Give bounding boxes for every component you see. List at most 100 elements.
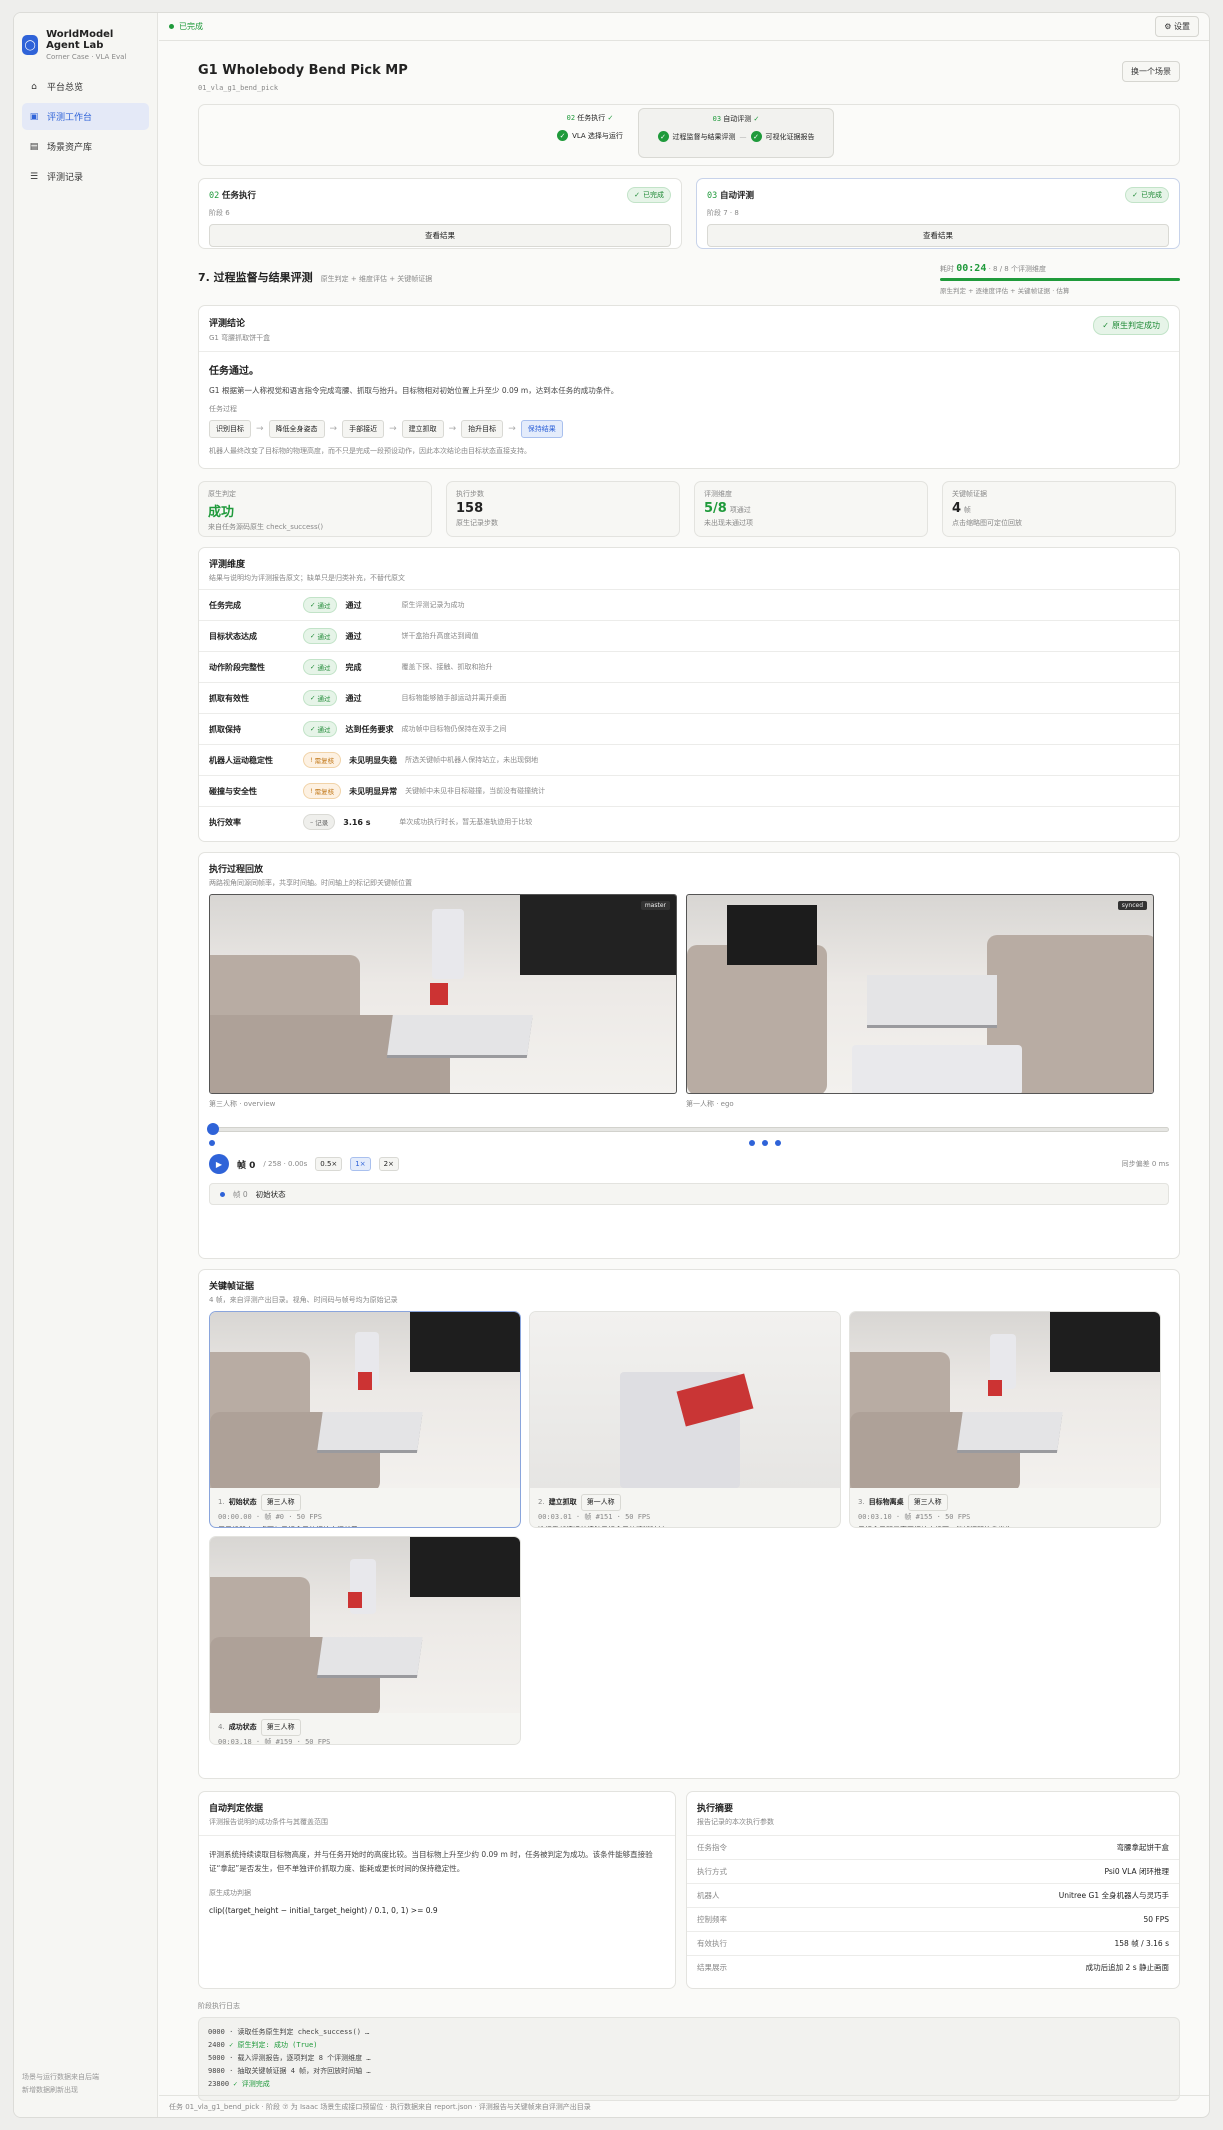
view-result-button[interactable]: 查看结果 xyxy=(707,224,1169,247)
keyframe-name: 建立抓取 xyxy=(548,1498,577,1506)
keyframe-marker[interactable] xyxy=(749,1140,755,1146)
metric-label: 关键帧证据 xyxy=(952,490,987,498)
dimensions-table: 任务完成 ✓ 通过 通过 原生评测记录为成功 目标状态达成 ✓ 通过 通过 饼干盒抬升高度达到阈值… xyxy=(199,589,1179,837)
sidebar-footer-line: 场景与运行数据来自后端 xyxy=(22,2073,99,2081)
keyframe-name: 成功状态 xyxy=(228,1723,257,1731)
keyframe-marker[interactable] xyxy=(209,1140,215,1146)
sidebar-item-workbench[interactable]: ▣ 评测工作台 xyxy=(22,103,149,130)
dimensions-card: 评测维度 结果与说明均为评测报告原文；缺单只是归类补充，不替代原文 任务完成 ✓ 通… xyxy=(198,547,1180,842)
records-icon: ☰ xyxy=(29,171,39,182)
stage-label: 任务执行 xyxy=(221,191,256,201)
metric-sub: 原生记录步数 xyxy=(456,519,498,527)
brand: ◯ WorldModel Agent Lab Corner Case · VLA… xyxy=(14,13,157,73)
summary-value: Psi0 VLA 闭环推理 xyxy=(1104,1867,1169,1876)
dimension-desc: 单次成功执行时长，暂无基准轨迹用于比较 xyxy=(399,818,533,826)
dimension-value: 完成 xyxy=(345,662,362,672)
keyframe-index: 2. xyxy=(538,1498,545,1506)
play-button[interactable]: ▶ xyxy=(209,1154,229,1174)
summary-title: 执行摘要 xyxy=(697,1804,734,1814)
keyframe-marker[interactable] xyxy=(762,1140,768,1146)
step-02[interactable]: 02 任务执行 ✓ ✓ VLA 选择与运行 xyxy=(545,113,635,141)
summary-row: 控制频率 50 FPS xyxy=(687,1907,1179,1931)
dimension-tag: ! 需复核 xyxy=(303,783,342,799)
check-icon: ✓ xyxy=(310,601,316,609)
speed-1-button[interactable]: 1× xyxy=(350,1157,371,1171)
run-status: 已完成 xyxy=(169,21,203,32)
keyframe-desc: 目标盒子明显离开初始支撑面，能够证明抬升发生。 xyxy=(858,1524,1152,1527)
dimension-value: 未见明显异常 xyxy=(349,786,398,796)
process-step: 降低全身姿态 xyxy=(268,420,325,438)
dimension-tag: ✓ 通过 xyxy=(303,721,338,737)
sidebar-item-overview[interactable]: ⌂ 平台总览 xyxy=(22,73,149,100)
conclusion-title: 评测结论 xyxy=(209,319,246,329)
arrow-icon: → xyxy=(329,424,338,434)
metric-value: 成功 xyxy=(208,505,235,520)
execution-log: 0000 · 读取任务原生判定 check_success() … 2400 ✓ … xyxy=(198,2017,1180,2101)
stage-label: 自动评测 xyxy=(719,191,754,201)
timeline-track[interactable] xyxy=(209,1127,1169,1132)
keyframe-image xyxy=(850,1312,1160,1488)
warning-icon: ! xyxy=(310,787,313,795)
sidebar-item-label: 评测记录 xyxy=(47,173,84,183)
summary-key: 控制频率 xyxy=(697,1915,727,1924)
conclusion-subtitle: G1 弯腰抓取饼干盒 xyxy=(209,334,271,342)
step-sub: 可视化证据报告 xyxy=(765,132,815,141)
view-label: 第三人称 · overview xyxy=(209,1100,276,1108)
ego-view: synced 第一人称 · ego xyxy=(686,894,1154,1109)
keyframe-card[interactable]: 2.建立抓取第一人称 00:03.01 · 帧 #151 · 50 FPS 选择手部… xyxy=(529,1311,841,1528)
sidebar-item-records[interactable]: ☰ 评测记录 xyxy=(22,163,149,190)
gear-icon: ⚙ xyxy=(1164,22,1174,31)
keyframe-card[interactable]: 4.成功状态第三人称00:03.18 · 帧 #159 · 50 FPS展示机器… xyxy=(209,1536,521,1745)
summary-key: 有效执行 xyxy=(697,1939,727,1948)
metric-value: 4 xyxy=(952,501,962,516)
sidebar-item-library[interactable]: ▤ 场景资产库 xyxy=(22,133,149,160)
summary-value: Unitree G1 全身机器人与灵巧手 xyxy=(1058,1891,1169,1900)
log-title: 阶段执行日志 xyxy=(198,2002,240,2010)
status-dot-icon xyxy=(169,24,174,29)
log-line: 5000 · 载入评测报告，逐项判定 8 个评测维度 … xyxy=(208,2052,1170,2065)
metric-unit: 项通过 xyxy=(729,506,751,514)
timeline[interactable] xyxy=(207,1123,1169,1149)
dimension-desc: 原生评测记录为成功 xyxy=(401,601,465,609)
summary-value: 50 FPS xyxy=(1143,1915,1169,1924)
log-line: 0000 · 读取任务原生判定 check_success() … xyxy=(208,2026,1170,2039)
dimension-tag: ✓ 通过 xyxy=(303,628,338,644)
record-icon: – xyxy=(310,818,314,826)
dimension-name: 任务完成 xyxy=(209,600,241,610)
metric-sub: 点击缩略图可定位回放 xyxy=(952,519,1022,527)
summary-row: 结果展示 成功后追加 2 s 静止画面 xyxy=(687,1955,1179,1979)
keyframe-marker[interactable] xyxy=(775,1140,781,1146)
dimension-desc: 覆盖下探、接触、抓取和抬升 xyxy=(401,663,493,671)
ego-video[interactable]: synced xyxy=(686,894,1154,1094)
tag-text: 通过 xyxy=(317,633,331,641)
log-time: 2400 xyxy=(208,2041,225,2049)
keyframe-card[interactable]: 3.目标物离桌第三人称 00:03.10 · 帧 #155 · 50 FPS 目标盒… xyxy=(849,1311,1161,1528)
overview-video[interactable]: master xyxy=(209,894,677,1094)
step-03[interactable]: 03 自动评测 ✓ ✓ 过程监督与结果评测 — ✓ 可视化证据报告 xyxy=(638,108,834,158)
keyframe-view: 第三人称 xyxy=(260,1719,301,1736)
switch-scene-button[interactable]: 换一个场景 xyxy=(1122,61,1180,82)
keyframe-card[interactable]: 1.初始状态第三人称 00:00.00 · 帧 #0 · 50 FPS 展示机器人、… xyxy=(209,1311,521,1528)
keyframe-index: 1. xyxy=(218,1498,225,1506)
sidebar-item-label: 平台总览 xyxy=(47,83,84,93)
timer-progress-bar xyxy=(940,278,1180,281)
view-result-button[interactable]: 查看结果 xyxy=(209,224,671,247)
synced-badge: synced xyxy=(1117,901,1147,910)
speed-0.5-button[interactable]: 0.5× xyxy=(315,1157,343,1171)
badge-text: 已完成 xyxy=(1141,191,1162,199)
keyframe-title-row: 1. 初始状态 第三人称 xyxy=(218,1494,512,1511)
sidebar: ◯ WorldModel Agent Lab Corner Case · VLA… xyxy=(14,13,158,2117)
dimension-row: 机器人运动稳定性! 需复核 未见明显失稳 所选关键帧中机器人保持站立，未出现倒地 xyxy=(199,744,1179,775)
speed-2-button[interactable]: 2× xyxy=(378,1157,399,1171)
log-time: 23800 xyxy=(208,2080,230,2088)
arrow-icon: → xyxy=(256,424,264,434)
status-text: 已完成 xyxy=(179,22,203,31)
metric-sub: 未出现未通过项 xyxy=(704,519,753,527)
scene-shape xyxy=(317,1637,423,1675)
timeline-thumb[interactable] xyxy=(207,1123,219,1135)
page-title: G1 Wholebody Bend Pick MP xyxy=(198,63,408,78)
dimension-desc: 成功帧中目标物仍保持在双手之间 xyxy=(401,725,507,733)
process-step: 保持结果 xyxy=(520,420,563,438)
summary-card: 执行摘要 报告记录的本次执行参数 任务指令 弯腰拿起饼干盒 执行方式 Psi0 VLA… xyxy=(686,1791,1180,1989)
settings-button[interactable]: ⚙ 设置 xyxy=(1155,16,1199,37)
